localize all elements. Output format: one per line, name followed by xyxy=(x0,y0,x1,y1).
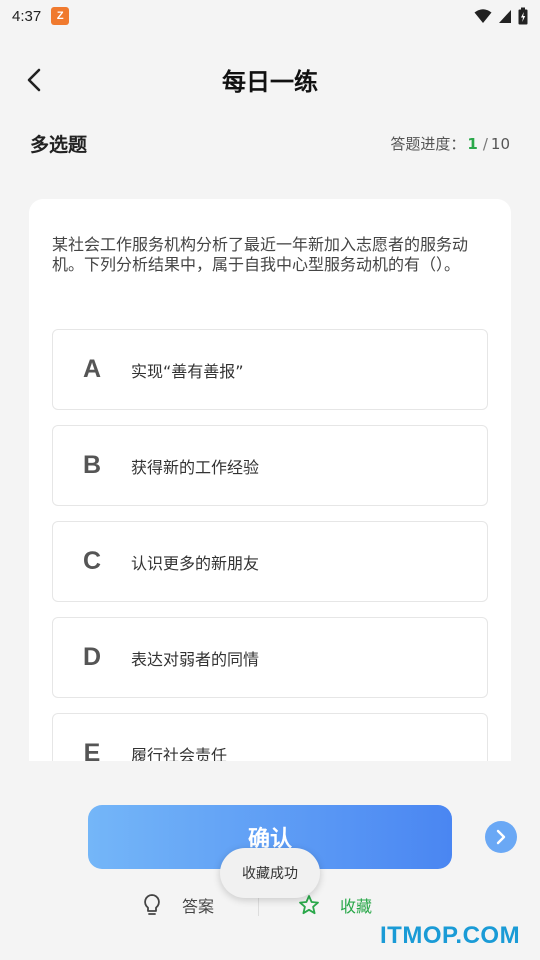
answer-label: 答案 xyxy=(182,897,215,916)
option-letter: E xyxy=(83,739,101,761)
option-letter: C xyxy=(82,547,102,575)
star-icon xyxy=(299,895,319,915)
status-time: 4:37 xyxy=(12,7,42,25)
toast-message: 收藏成功 xyxy=(220,848,320,898)
progress-separator: / xyxy=(482,134,488,153)
option-c[interactable]: C 认识更多的新朋友 xyxy=(52,521,488,602)
question-card: 某社会工作服务机构分析了最近一年新加入志愿者的服务动机。下列分析结果中，属于自我… xyxy=(29,199,511,761)
status-bar: 4:37 Z xyxy=(0,0,540,32)
nav-bar: 每日一练 xyxy=(0,52,540,108)
option-letter: A xyxy=(82,355,102,383)
chevron-right-icon xyxy=(496,829,506,845)
answer-button[interactable]: 答案 xyxy=(142,888,214,922)
option-letter: B xyxy=(82,451,102,479)
next-question-button[interactable] xyxy=(485,821,517,853)
page-title: 每日一练 xyxy=(222,68,318,96)
progress-label: 答题进度： xyxy=(390,134,466,153)
option-text: 表达对弱者的同情 xyxy=(131,649,260,669)
question-header: 多选题 答题进度： 1/10 xyxy=(30,128,510,158)
option-b[interactable]: B 获得新的工作经验 xyxy=(52,425,488,506)
option-a[interactable]: A 实现“善有善报” xyxy=(52,329,488,410)
collect-label: 收藏 xyxy=(340,897,373,916)
option-e[interactable]: E 履行社会责任 xyxy=(52,713,488,761)
watermark: ITMOP.COM xyxy=(380,922,521,949)
wifi-icon xyxy=(474,9,492,23)
option-d[interactable]: D 表达对弱者的同情 xyxy=(52,617,488,698)
app-notification-icon: Z xyxy=(51,7,70,25)
lightbulb-icon xyxy=(144,894,160,915)
option-letter: D xyxy=(82,643,102,671)
progress-current: 1 xyxy=(467,134,478,153)
option-text: 认识更多的新朋友 xyxy=(131,553,260,573)
status-indicators xyxy=(474,7,528,25)
question-text: 某社会工作服务机构分析了最近一年新加入志愿者的服务动机。下列分析结果中，属于自我… xyxy=(52,235,469,274)
question-type-label: 多选题 xyxy=(30,133,88,156)
signal-icon xyxy=(499,10,511,23)
option-text: 实现“善有善报” xyxy=(131,361,244,381)
option-text: 履行社会责任 xyxy=(131,745,228,762)
option-text: 获得新的工作经验 xyxy=(131,457,260,477)
battery-icon xyxy=(518,7,528,25)
answer-progress: 答题进度： 1/10 xyxy=(390,133,510,154)
progress-total: 10 xyxy=(490,134,510,153)
